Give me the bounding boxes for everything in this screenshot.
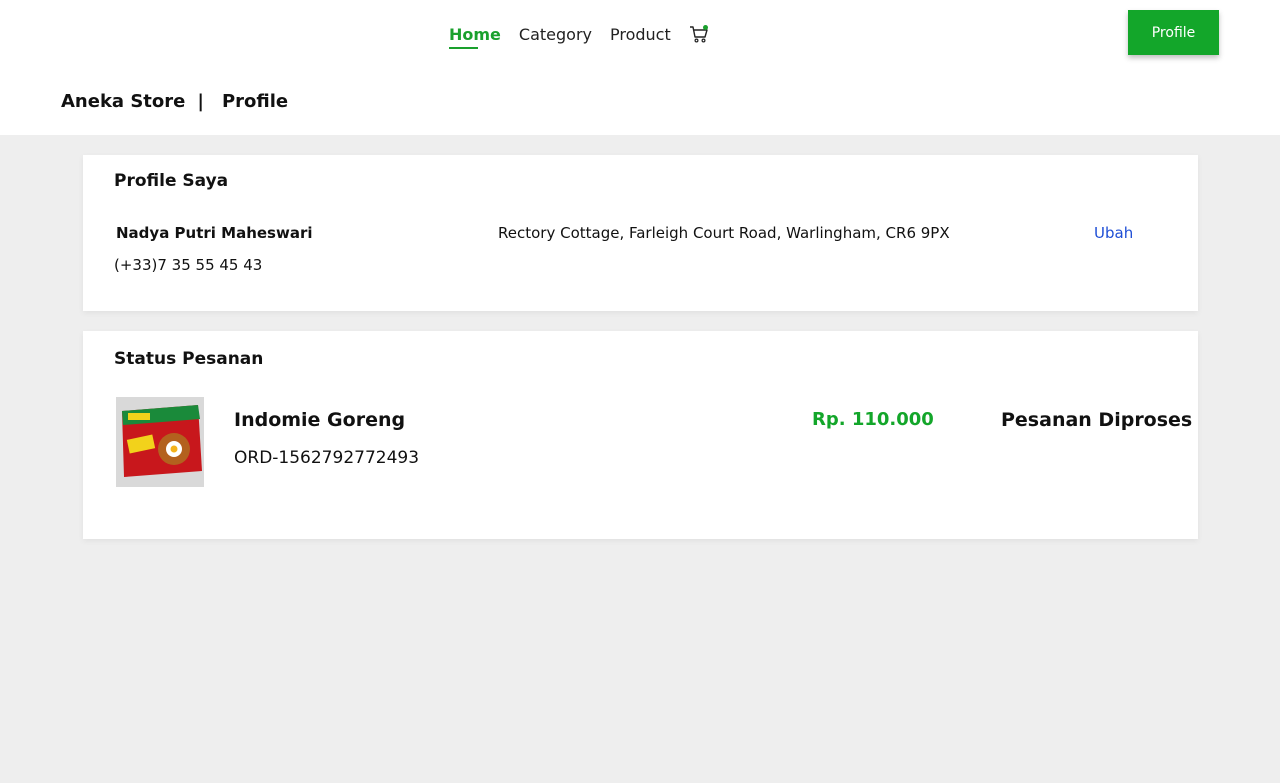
order-card-title: Status Pesanan: [114, 349, 264, 369]
top-header: Home Category Product Profile Aneka Stor…: [0, 0, 1280, 135]
breadcrumb: Aneka Store | Profile: [61, 88, 288, 114]
profile-phone: (+33)7 35 55 45 43: [114, 256, 263, 274]
order-status-card: Status Pesanan Indomie Goreng ORD-156279…: [83, 331, 1198, 539]
main-nav: Home Category Product: [449, 22, 709, 49]
profile-button[interactable]: Profile: [1128, 10, 1219, 55]
shopping-cart-icon[interactable]: [689, 24, 709, 44]
profile-address: Rectory Cottage, Farleigh Court Road, Wa…: [498, 224, 950, 242]
order-price: Rp. 110.000: [812, 409, 934, 430]
nav-category-link[interactable]: Category: [519, 25, 592, 44]
edit-profile-link[interactable]: Ubah: [1094, 224, 1133, 242]
profile-name: Nadya Putri Maheswari: [116, 224, 313, 242]
breadcrumb-page: Profile: [221, 90, 289, 112]
breadcrumb-separator: |: [197, 90, 204, 112]
profile-card: Profile Saya Nadya Putri Maheswari Recto…: [83, 155, 1198, 311]
profile-card-title: Profile Saya: [114, 171, 229, 191]
nav-home-link[interactable]: Home: [449, 25, 501, 49]
product-image: [116, 397, 204, 487]
order-status: Pesanan Diproses: [1001, 409, 1193, 431]
order-id: ORD-1562792772493: [234, 448, 420, 468]
nav-product-link[interactable]: Product: [610, 25, 671, 44]
cart-notification-dot: [702, 25, 708, 30]
order-product-name: Indomie Goreng: [234, 409, 406, 431]
breadcrumb-store[interactable]: Aneka Store: [61, 91, 185, 112]
